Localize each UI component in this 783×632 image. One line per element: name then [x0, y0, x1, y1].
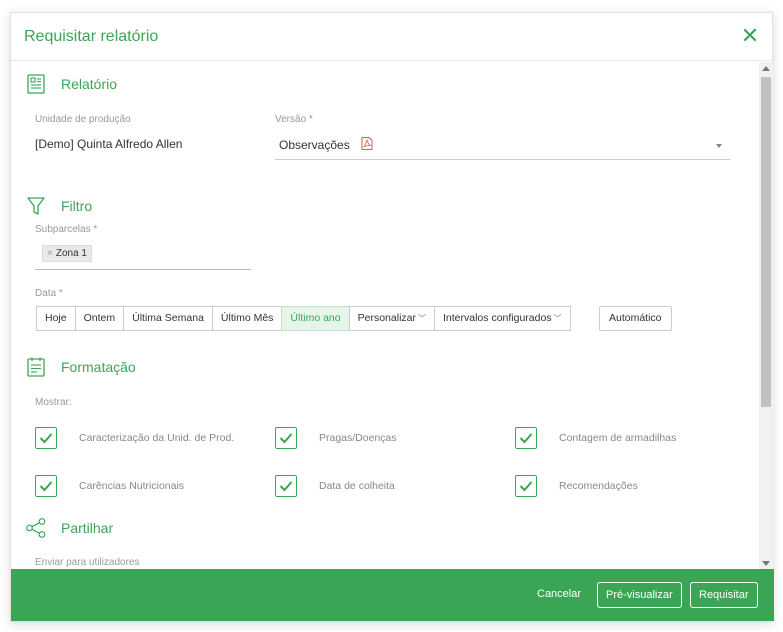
checkbox-checked[interactable] [515, 475, 537, 497]
send-to-users-label: Enviar para utilizadores [35, 557, 140, 568]
formatting-icon [27, 357, 45, 377]
version-value: Observações [279, 138, 350, 152]
subplots-input[interactable]: × Zona 1 [35, 240, 251, 270]
chevron-down-icon: ﹀ [553, 314, 562, 323]
cancel-button[interactable]: Cancelar [537, 588, 581, 600]
formatting-heading: Formatação [61, 359, 136, 375]
tag-label: Zona 1 [55, 248, 87, 259]
date-yesterday-button[interactable]: Ontem [74, 306, 125, 331]
checkbox-checked[interactable] [275, 427, 297, 449]
tag-zona-1: × Zona 1 [42, 245, 92, 262]
scrollbar-thumb[interactable] [761, 77, 771, 407]
check-icon [519, 481, 533, 492]
option-characterization[interactable]: Caracterização da Unid. de Prod. [35, 427, 234, 449]
checkbox-checked[interactable] [35, 475, 57, 497]
share-heading: Partilhar [61, 520, 114, 536]
report-heading: Relatório [61, 76, 118, 92]
option-label: Carências Nutricionais [79, 480, 185, 492]
chevron-down-icon [716, 144, 722, 148]
share-section-header: Partilhar [25, 515, 113, 541]
dialog-body[interactable]: Relatório Unidade de produção [Demo] Qui… [11, 62, 774, 570]
show-label: Mostrar: [35, 397, 72, 408]
option-label: Recomendações [559, 480, 638, 492]
date-button-group: Hoje Ontem Última Semana Último Mês Últi… [36, 306, 571, 331]
date-auto-button[interactable]: Automático [599, 306, 672, 331]
filter-section-header: Filtro [25, 193, 92, 219]
unit-label: Unidade de produção [35, 114, 131, 125]
chevron-down-icon: ﹀ [418, 314, 426, 323]
date-last-year-button[interactable]: Último ano [281, 306, 350, 331]
date-label: Data * [35, 288, 63, 299]
dialog-title: Requisitar relatório [24, 28, 159, 45]
submit-button[interactable]: Requisitar [690, 582, 758, 608]
filter-icon [27, 197, 45, 215]
check-icon [39, 433, 53, 444]
checkbox-checked[interactable] [515, 427, 537, 449]
check-icon [279, 433, 293, 444]
close-icon[interactable]: ✕ [740, 25, 760, 47]
option-label: Data de colheita [319, 480, 395, 492]
version-select[interactable]: Observações [275, 134, 730, 160]
checkbox-checked[interactable] [275, 475, 297, 497]
check-icon [279, 481, 293, 492]
report-section-header: Relatório [25, 71, 117, 97]
option-recommendations[interactable]: Recomendações [515, 475, 638, 497]
dialog-footer: Cancelar Pré-visualizar Requisitar [11, 569, 774, 621]
date-last-week-button[interactable]: Última Semana [123, 306, 213, 331]
version-label: Versão * [275, 114, 313, 125]
check-icon [39, 481, 53, 492]
date-intervals-dropdown[interactable]: Intervalos configurados ﹀ [434, 306, 571, 331]
scroll-up-icon[interactable] [762, 66, 770, 71]
scrollbar[interactable] [759, 62, 773, 570]
option-harvest-date[interactable]: Data de colheita [275, 475, 395, 497]
remove-tag-icon[interactable]: × [47, 246, 53, 261]
share-icon [26, 518, 46, 538]
option-pests[interactable]: Pragas/Doenças [275, 427, 397, 449]
check-icon [519, 433, 533, 444]
date-today-button[interactable]: Hoje [36, 306, 76, 331]
option-label: Caracterização da Unid. de Prod. [79, 432, 235, 444]
pdf-icon [361, 137, 373, 150]
subplots-label: Subparcelas * [35, 224, 98, 235]
dialog-header: Requisitar relatório ✕ [11, 13, 774, 61]
option-traps[interactable]: Contagem de armadilhas [515, 427, 676, 449]
request-report-dialog: Requisitar relatório ✕ Relatório Unidade… [10, 12, 774, 622]
date-last-month-button[interactable]: Último Mês [211, 306, 283, 331]
filter-heading: Filtro [61, 198, 93, 214]
unit-value: [Demo] Quinta Alfredo Allen [35, 137, 183, 151]
formatting-section-header: Formatação [25, 354, 136, 380]
option-label: Contagem de armadilhas [559, 432, 677, 444]
date-custom-dropdown[interactable]: Personalizar ﹀ [348, 306, 435, 331]
date-custom-label: Personalizar [357, 312, 416, 324]
report-icon [27, 74, 45, 94]
option-nutrition[interactable]: Carências Nutricionais [35, 475, 184, 497]
scroll-down-icon[interactable] [762, 561, 770, 566]
date-intervals-label: Intervalos configurados [443, 312, 552, 324]
preview-button[interactable]: Pré-visualizar [597, 582, 682, 608]
option-label: Pragas/Doenças [319, 432, 397, 444]
checkbox-checked[interactable] [35, 427, 57, 449]
